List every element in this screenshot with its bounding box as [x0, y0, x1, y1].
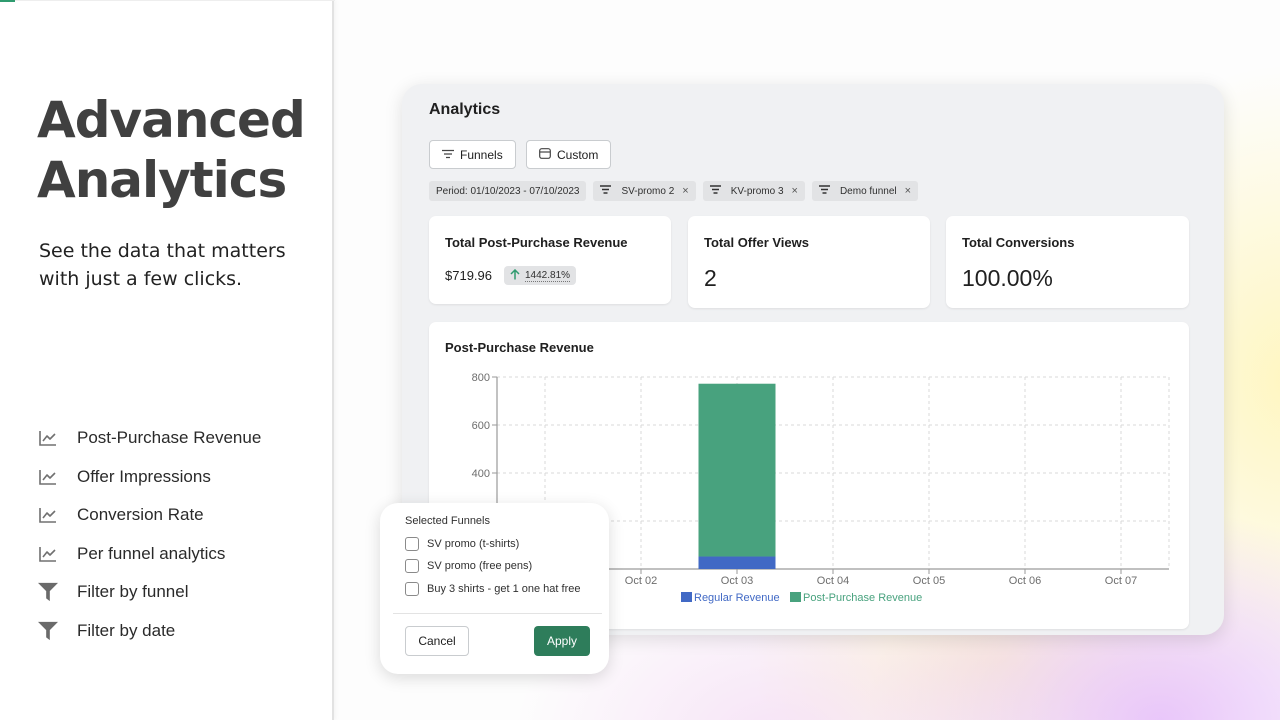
- funnel-icon: [38, 582, 58, 602]
- hero-title-line-1: Advanced: [37, 91, 306, 149]
- funnels-button[interactable]: Funnels: [429, 140, 516, 169]
- hero-subtitle: See the data that matters with just a fe…: [39, 237, 319, 293]
- funnel-option[interactable]: SV promo (t-shirts): [405, 537, 519, 551]
- feature-item: Conversion Rate: [38, 496, 261, 535]
- legend-swatch: [681, 592, 692, 602]
- feature-label: Offer Impressions: [77, 466, 211, 486]
- card-title: Total Conversions: [962, 235, 1075, 250]
- hero-title-line-2: Analytics: [37, 151, 287, 209]
- legend-swatch: [790, 592, 801, 602]
- feature-label: Post-Purchase Revenue: [77, 428, 262, 448]
- checkbox[interactable]: [405, 559, 419, 573]
- progress-track: [15, 0, 335, 1]
- line-chart-icon: [38, 428, 58, 448]
- feature-item: Filter by date: [38, 612, 261, 651]
- filter-chip[interactable]: SV-promo 2 ×: [593, 181, 696, 201]
- hero-subtitle-line-1: See the data that matters: [39, 240, 286, 262]
- y-tick-label: 600: [472, 420, 490, 432]
- close-icon[interactable]: ×: [792, 185, 798, 197]
- bar-post-purchase-revenue: [698, 383, 776, 557]
- trend-badge: 1442.81%: [504, 266, 577, 285]
- custom-date-button[interactable]: Custom: [526, 140, 612, 169]
- funnels-button-label: Funnels: [460, 147, 503, 162]
- filter-lines-icon: [818, 185, 830, 197]
- funnel-option-label: Buy 3 shirts - get 1 one hat free: [427, 583, 581, 595]
- funnel-option-label: SV promo (t-shirts): [427, 538, 520, 550]
- close-icon[interactable]: ×: [682, 185, 688, 197]
- hero-title: Advanced Analytics: [37, 90, 327, 210]
- divider: [393, 613, 602, 614]
- custom-button-label: Custom: [557, 147, 599, 162]
- y-tick-label: 800: [472, 372, 490, 384]
- popover-title: Selected Funnels: [405, 515, 490, 527]
- legend-label: Post-Purchase Revenue: [803, 592, 922, 604]
- line-chart-icon: [38, 505, 58, 525]
- conversions-value: 100.00%: [962, 265, 1053, 291]
- feature-label: Filter by funnel: [77, 582, 189, 602]
- progress-bar: [0, 0, 15, 2]
- close-icon[interactable]: ×: [905, 185, 911, 197]
- funnel-option[interactable]: SV promo (free pens): [405, 559, 532, 573]
- x-tick-label: Oct 04: [817, 575, 849, 587]
- feature-label: Filter by date: [77, 620, 176, 640]
- line-chart-icon: [38, 467, 58, 487]
- filter-chip[interactable]: KV-promo 3 ×: [702, 181, 805, 201]
- period-chip[interactable]: Period: 01/10/2023 - 07/10/2023: [429, 181, 587, 201]
- card-title: Total Offer Views: [704, 235, 809, 250]
- feature-list: Post-Purchase Revenue Offer Impressions …: [38, 419, 261, 650]
- offer-views-value: 2: [704, 265, 717, 291]
- offer-views-card: Total Offer Views 2: [688, 216, 930, 308]
- calendar-icon: [539, 147, 551, 162]
- funnel-select-popover: Selected Funnels SV promo (t-shirts) SV …: [380, 503, 609, 674]
- feature-item: Per funnel analytics: [38, 535, 261, 574]
- revenue-value: $719.96: [445, 268, 492, 283]
- chip-label: Period: 01/10/2023 - 07/10/2023: [436, 185, 580, 197]
- feature-item: Offer Impressions: [38, 458, 261, 497]
- x-tick-label: Oct 06: [1009, 575, 1041, 587]
- feature-label: Conversion Rate: [77, 505, 204, 525]
- chip-label: KV-promo 3: [730, 185, 784, 197]
- x-tick-label: Oct 03: [721, 575, 753, 587]
- filter-lines-icon: [442, 148, 454, 162]
- x-tick-label: Oct 05: [913, 575, 945, 587]
- funnel-option[interactable]: Buy 3 shirts - get 1 one hat free: [405, 582, 580, 596]
- feature-label: Per funnel analytics: [77, 543, 226, 563]
- funnel-option-label: SV promo (free pens): [427, 560, 533, 572]
- funnel-icon: [38, 621, 58, 641]
- chip-label: Demo funnel: [839, 185, 897, 197]
- filter-chip[interactable]: Demo funnel ×: [811, 181, 919, 201]
- cancel-button[interactable]: Cancel: [405, 626, 469, 656]
- legend-label: Regular Revenue: [694, 592, 780, 604]
- revenue-metric-card: Total Post-Purchase Revenue $719.96 1442…: [429, 216, 671, 304]
- active-filters: Period: 01/10/2023 - 07/10/2023 SV-promo…: [429, 181, 919, 201]
- chip-label: SV-promo 2: [621, 185, 675, 197]
- checkbox[interactable]: [405, 582, 419, 596]
- hero-subtitle-line-2: with just a few clicks.: [39, 268, 243, 290]
- conversions-card: Total Conversions 100.00%: [946, 216, 1189, 308]
- checkbox[interactable]: [405, 537, 419, 551]
- trend-percentage[interactable]: 1442.81%: [525, 270, 571, 282]
- page-title: Analytics: [429, 101, 501, 118]
- x-tick-label: Oct 07: [1105, 575, 1137, 587]
- feature-item: Filter by funnel: [38, 573, 261, 612]
- apply-button[interactable]: Apply: [534, 626, 590, 656]
- card-title: Total Post-Purchase Revenue: [445, 235, 628, 250]
- feature-item: Post-Purchase Revenue: [38, 419, 261, 458]
- arrow-up-icon: [510, 268, 520, 283]
- bar-regular-revenue: [698, 556, 776, 569]
- left-panel: Advanced Analytics See the data that mat…: [0, 0, 334, 720]
- x-tick-label: Oct 02: [625, 575, 657, 587]
- filter-lines-icon: [600, 185, 612, 197]
- y-tick-label: 400: [472, 468, 490, 480]
- line-chart-icon: [38, 544, 58, 564]
- filter-lines-icon: [709, 185, 721, 197]
